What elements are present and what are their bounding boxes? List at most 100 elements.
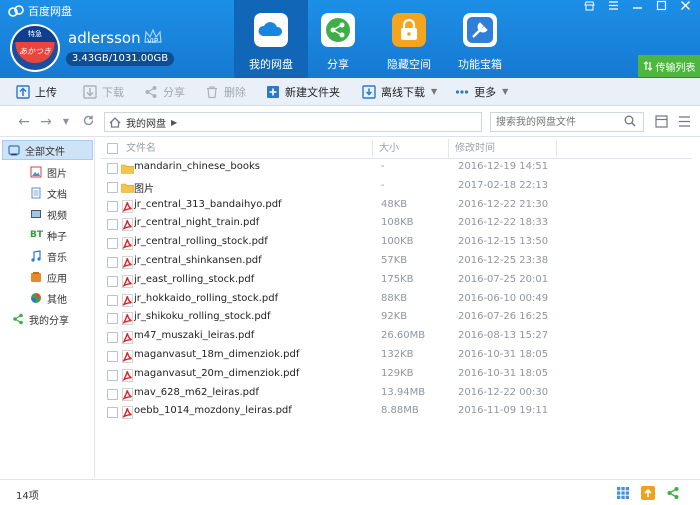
share-status-icon[interactable] <box>666 486 680 500</box>
table-row[interactable]: maganvasut_18m_dimenziok.pdf 132KB 2016-10… <box>100 347 555 366</box>
tab-my-cloud[interactable]: 我的网盘 <box>234 0 308 78</box>
close-icon[interactable] <box>674 0 696 16</box>
tab-toolbox-label: 功能宝箱 <box>458 58 502 71</box>
maximize-icon[interactable] <box>650 0 672 16</box>
apps-icon <box>31 272 41 282</box>
table-row[interactable]: mandarin_chinese_books - 2016-12-19 14:51 <box>100 159 555 178</box>
file-name[interactable]: jr_central_rolling_stock.pdf <box>134 236 268 247</box>
file-name[interactable]: oebb_1014_mozdony_leiras.pdf <box>134 405 292 416</box>
file-name[interactable]: m47_muszaki_leiras.pdf <box>134 330 254 341</box>
search-input[interactable] <box>490 112 644 132</box>
skin-icon[interactable] <box>578 0 600 16</box>
other-icon <box>31 293 41 303</box>
history-dropdown-icon[interactable]: ▼ <box>58 114 74 130</box>
sidebar-item-music[interactable]: 音乐 <box>30 246 67 266</box>
download-icon <box>83 84 97 99</box>
file-name[interactable]: mandarin_chinese_books <box>134 161 260 172</box>
more-button[interactable]: 更多 ▼ <box>449 78 514 106</box>
grid-thumbnail-icon[interactable] <box>616 486 630 500</box>
avatar[interactable]: 特急 あかつき <box>10 24 60 72</box>
sidebar-item-all-files[interactable]: 全部文件 <box>2 140 93 160</box>
column-header-size[interactable]: 大小 <box>372 139 448 159</box>
row-checkbox[interactable] <box>107 200 118 212</box>
row-checkbox[interactable] <box>107 351 118 362</box>
file-name[interactable]: 图片 <box>134 180 154 195</box>
row-checkbox[interactable] <box>107 238 118 250</box>
username[interactable]: adlersson <box>68 29 141 47</box>
tab-hidden-space[interactable]: 隐藏空间 <box>372 0 446 78</box>
row-checkbox[interactable] <box>107 407 118 419</box>
breadcrumb-arrow-icon[interactable]: ▶ <box>171 118 177 127</box>
row-checkbox[interactable] <box>107 332 118 344</box>
row-checkbox[interactable] <box>107 388 118 400</box>
download-button[interactable]: 下载 <box>77 78 130 106</box>
row-checkbox[interactable] <box>107 313 118 325</box>
table-row[interactable]: jr_central_shinkansen.pdf 57KB 2016-12-25 … <box>100 253 555 272</box>
sidebar-item-torrents[interactable]: BT 种子 <box>30 225 67 245</box>
delete-button[interactable]: 删除 <box>199 78 252 106</box>
new-folder-button[interactable]: 新建文件夹 <box>260 78 346 106</box>
forward-arrow-icon[interactable]: → <box>38 114 54 130</box>
row-checkbox[interactable] <box>107 219 118 231</box>
cloud-icon <box>254 13 288 47</box>
table-row[interactable]: jr_central_313_bandaihyo.pdf 48KB 2016-12-… <box>100 197 555 216</box>
column-header-modified[interactable]: 修改时间 <box>448 139 556 159</box>
row-checkbox[interactable] <box>107 163 118 174</box>
sidebar-item-videos[interactable]: 视频 <box>30 204 67 224</box>
sidebar-item-apps[interactable]: 应用 <box>30 267 67 287</box>
file-name[interactable]: jr_central_night_train.pdf <box>134 217 259 228</box>
new-folder-icon <box>267 85 279 98</box>
table-row[interactable]: jr_hokkaido_rolling_stock.pdf 88KB 2016-06… <box>100 291 555 310</box>
column-header-name[interactable]: 文件名 <box>120 139 372 159</box>
status-bar: 14项 <box>0 479 700 505</box>
back-arrow-icon[interactable]: ← <box>16 114 32 130</box>
search-icon[interactable] <box>624 115 636 127</box>
row-checkbox[interactable] <box>107 369 118 381</box>
file-name[interactable]: jr_east_rolling_stock.pdf <box>134 274 254 285</box>
file-name[interactable]: maganvasut_20m_dimenziok.pdf <box>134 368 299 379</box>
offline-download-button[interactable]: 离线下载 ▼ <box>356 78 443 106</box>
file-name[interactable]: jr_central_shinkansen.pdf <box>134 255 262 266</box>
row-checkbox[interactable] <box>107 294 118 306</box>
file-name[interactable]: mav_628_m62_leiras.pdf <box>134 387 259 398</box>
share-button[interactable]: 分享 <box>138 78 191 106</box>
file-name[interactable]: jr_hokkaido_rolling_stock.pdf <box>134 293 278 304</box>
table-row[interactable]: 图片 - 2017-02-18 22:13 <box>100 178 555 197</box>
upload-status-icon[interactable] <box>641 486 655 500</box>
table-row[interactable]: m47_muszaki_leiras.pdf 26.60MB 2016-08-13 … <box>100 328 555 347</box>
upload-button[interactable]: 上传 <box>10 78 63 106</box>
tab-share[interactable]: 分享 <box>301 0 375 78</box>
file-name[interactable]: maganvasut_18m_dimenziok.pdf <box>134 349 299 360</box>
list-view-icon[interactable] <box>655 115 668 128</box>
file-name[interactable]: jr_shikoku_rolling_stock.pdf <box>134 311 271 322</box>
table-row[interactable]: oebb_1014_mozdony_leiras.pdf 8.88MB 2016-1… <box>100 403 555 422</box>
row-checkbox[interactable] <box>107 181 118 193</box>
sidebar-item-my-share[interactable]: 我的分享 <box>12 309 69 329</box>
select-all-checkbox[interactable] <box>107 143 118 154</box>
breadcrumb-path[interactable]: 我的网盘 <box>126 115 166 130</box>
app-title: 百度网盘 <box>8 3 72 19</box>
sidebar-item-images[interactable]: 图片 <box>30 162 67 182</box>
home-icon[interactable] <box>109 116 121 128</box>
row-checkbox[interactable] <box>107 257 118 268</box>
file-name[interactable]: jr_central_313_bandaihyo.pdf <box>134 199 282 210</box>
transfer-list-button[interactable]: 传输列表 <box>638 55 700 77</box>
pdf-file-icon <box>122 274 133 288</box>
grid-view-icon[interactable] <box>678 115 691 128</box>
row-checkbox[interactable] <box>107 275 118 287</box>
table-row[interactable]: jr_central_rolling_stock.pdf 100KB 2016-12… <box>100 234 555 253</box>
table-row[interactable]: jr_shikoku_rolling_stock.pdf 92KB 2016-07-… <box>100 309 555 328</box>
tab-toolbox[interactable]: 功能宝箱 <box>443 0 517 78</box>
pdf-file-icon <box>122 218 133 232</box>
menu-icon[interactable] <box>602 0 624 16</box>
refresh-icon[interactable] <box>80 114 96 130</box>
table-row[interactable]: jr_east_rolling_stock.pdf 175KB 2016-07-25… <box>100 272 555 291</box>
file-modified: 2016-07-25 20:01 <box>458 273 549 285</box>
sidebar-item-other[interactable]: 其他 <box>30 288 67 308</box>
sidebar-item-documents[interactable]: 文档 <box>30 183 67 203</box>
table-row[interactable]: jr_central_night_train.pdf 108KB 2016-12-2… <box>100 215 555 234</box>
more-dots-icon <box>456 89 469 94</box>
table-row[interactable]: maganvasut_20m_dimenziok.pdf 129KB 2016-10… <box>100 366 555 385</box>
minimize-icon[interactable] <box>626 0 648 16</box>
table-row[interactable]: mav_628_m62_leiras.pdf 13.94MB 2016-12-22 … <box>100 385 555 404</box>
